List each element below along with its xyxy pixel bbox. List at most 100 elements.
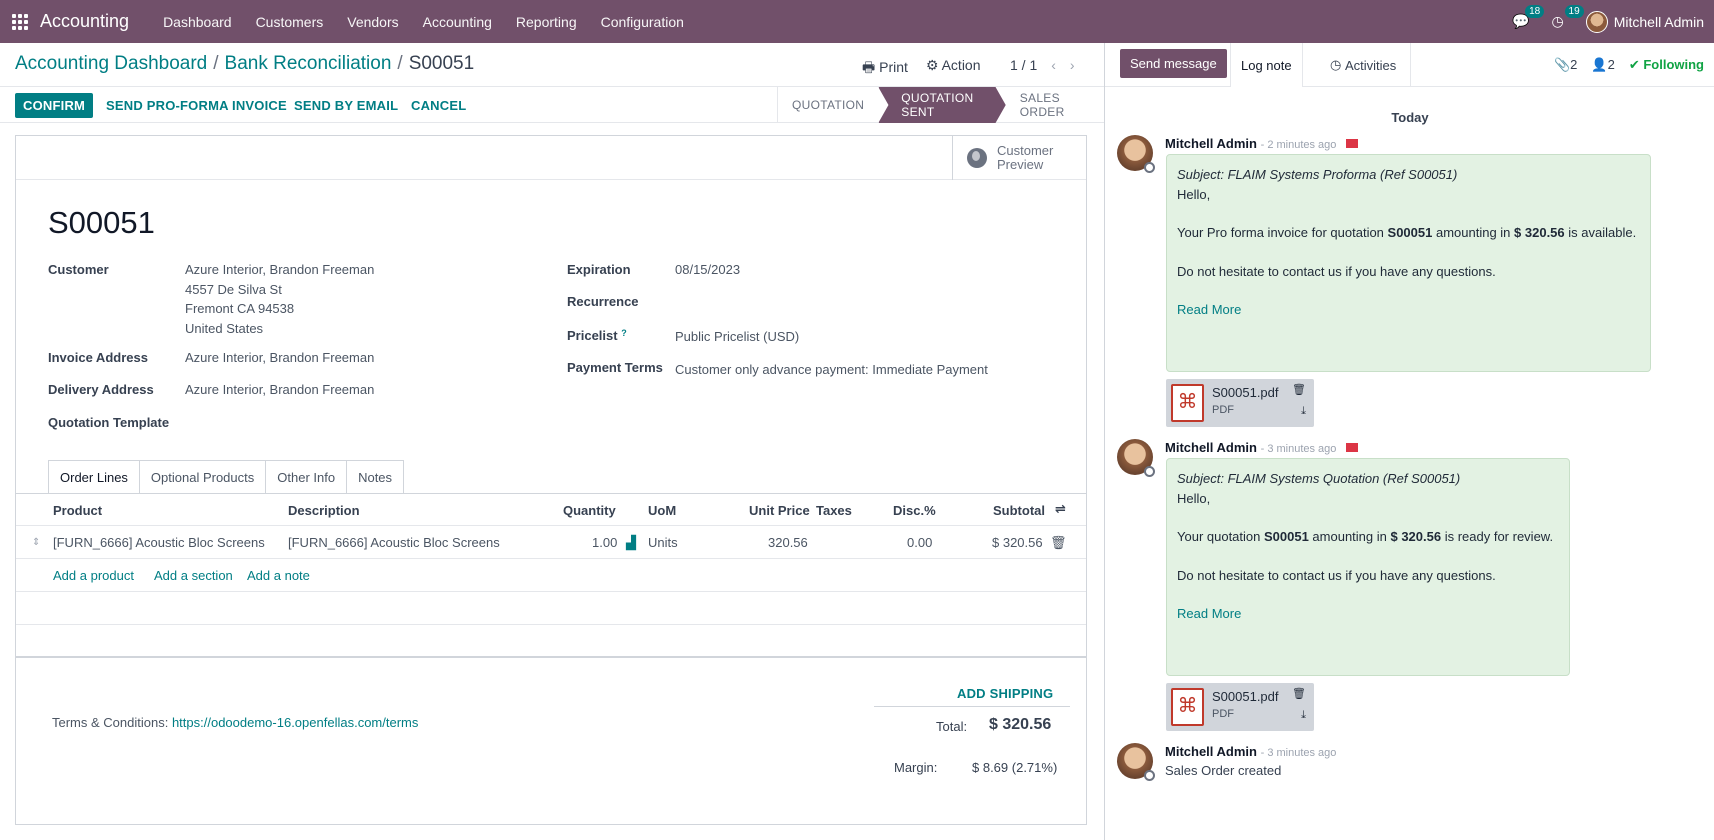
message-author: Mitchell Admin - 3 minutes ago <box>1165 440 1359 455</box>
stage-quotation[interactable]: QUOTATION <box>777 87 878 123</box>
drag-handle-icon[interactable]: ⇕ <box>32 537 40 548</box>
line-unit-price[interactable]: 320.56 <box>768 535 808 550</box>
envelope-icon <box>1346 443 1359 452</box>
attachment-type: PDF <box>1212 404 1234 416</box>
trash-icon[interactable]: 🗑 <box>1292 687 1306 700</box>
delivery-address-field[interactable]: Azure Interior, Brandon Freeman <box>185 380 374 400</box>
avatar[interactable] <box>1117 439 1155 477</box>
send-proforma-button[interactable]: SEND PRO-FORMA INVOICE <box>106 98 287 113</box>
app-name[interactable]: Accounting <box>40 11 129 32</box>
line-quantity[interactable]: 1.00 <box>592 535 617 550</box>
chevron-left-icon[interactable]: ‹ <box>1051 57 1056 73</box>
user-icon: 👤 <box>1591 57 1608 72</box>
message-body: Subject: FLAIM Systems Proforma (Ref S00… <box>1166 154 1651 372</box>
read-more-link[interactable]: Read More <box>1177 604 1559 624</box>
attachment-name: S00051.pdf <box>1212 385 1279 400</box>
send-email-button[interactable]: SEND BY EMAIL <box>294 98 398 113</box>
menu-reporting[interactable]: Reporting <box>504 14 589 30</box>
payment-terms-field[interactable]: Customer only advance payment: Immediate… <box>675 360 988 380</box>
menu-accounting[interactable]: Accounting <box>411 14 504 30</box>
pricelist-field[interactable]: Public Pricelist (USD) <box>675 327 799 347</box>
download-icon[interactable]: ⤓ <box>1301 405 1306 418</box>
col-description[interactable]: Description <box>288 503 360 518</box>
invoice-address-field[interactable]: Azure Interior, Brandon Freeman <box>185 348 374 368</box>
activities-button[interactable]: ◷ Activities <box>1316 43 1412 87</box>
col-quantity[interactable]: Quantity <box>563 503 616 518</box>
messages-icon[interactable]: 💬 18 <box>1512 5 1545 30</box>
avatar[interactable] <box>1117 135 1155 173</box>
trash-icon[interactable]: 🗑 <box>1050 535 1067 551</box>
envelope-icon <box>1346 139 1359 148</box>
add-note-link[interactable]: Add a note <box>247 568 310 583</box>
breadcrumb-accounting-dashboard[interactable]: Accounting Dashboard <box>15 53 207 74</box>
breadcrumb-bank-reconciliation[interactable]: Bank Reconciliation <box>225 53 392 74</box>
attachment-card[interactable]: ⌘ S00051.pdf PDF 🗑 ⤓ <box>1166 379 1314 427</box>
attachments-button[interactable]: 📎2 <box>1554 57 1577 73</box>
customer-preview-button[interactable]: Customer Preview <box>952 136 1086 180</box>
chevron-right-icon[interactable]: › <box>1070 57 1075 73</box>
chatter: Send message Log note ◷ Activities 📎2 👤2… <box>1104 43 1714 840</box>
pager-value[interactable]: 1 / 1 <box>1010 57 1037 73</box>
margin-value: $ 8.69 (2.71%) <box>972 760 1058 775</box>
forecast-chart-icon[interactable]: ▟ <box>626 535 636 551</box>
col-taxes[interactable]: Taxes <box>816 503 852 518</box>
print-button[interactable]: 🖶 Print <box>862 57 908 81</box>
document-title: S00051 <box>48 205 155 240</box>
apps-menu-icon[interactable] <box>0 0 40 43</box>
col-discount[interactable]: Disc.% <box>893 503 936 518</box>
col-subtotal[interactable]: Subtotal <box>993 503 1045 518</box>
send-message-button[interactable]: Send message <box>1120 49 1227 78</box>
terms-link[interactable]: https://odoodemo-16.openfellas.com/terms <box>172 715 418 730</box>
messages-count: 18 <box>1525 5 1545 18</box>
trash-icon[interactable]: 🗑 <box>1292 383 1306 396</box>
cancel-button[interactable]: CANCEL <box>411 98 466 113</box>
message-body: Subject: FLAIM Systems Quotation (Ref S0… <box>1166 458 1570 676</box>
line-description[interactable]: [FURN_6666] Acoustic Bloc Screens <box>288 535 500 550</box>
confirm-button[interactable]: CONFIRM <box>15 93 94 118</box>
customer-field[interactable]: Azure Interior, Brandon Freeman 4557 De … <box>185 260 374 338</box>
avatar[interactable] <box>1117 743 1155 781</box>
following-button[interactable]: ✔ Following <box>1629 57 1704 73</box>
add-section-link[interactable]: Add a section <box>154 568 233 583</box>
download-icon[interactable]: ⤓ <box>1301 709 1306 722</box>
column-settings-icon[interactable]: ⇌ <box>1055 501 1066 517</box>
menu-customers[interactable]: Customers <box>244 14 336 30</box>
expiration-field[interactable]: 08/15/2023 <box>675 260 740 280</box>
col-unit-price[interactable]: Unit Price <box>749 503 810 518</box>
add-shipping-button[interactable]: ADD SHIPPING <box>957 686 1053 701</box>
invoice-address-label: Invoice Address <box>48 350 148 365</box>
col-product[interactable]: Product <box>53 503 102 518</box>
message-author: Mitchell Admin - 2 minutes ago <box>1165 136 1359 151</box>
line-discount[interactable]: 0.00 <box>907 535 932 550</box>
col-uom[interactable]: UoM <box>648 503 676 518</box>
log-note-button[interactable]: Log note <box>1230 43 1303 87</box>
delivery-address-label: Delivery Address <box>48 382 154 397</box>
line-uom[interactable]: Units <box>648 535 678 550</box>
add-product-link[interactable]: Add a product <box>53 568 134 583</box>
add-line-row: Add a product Add a section Add a note <box>16 559 1086 592</box>
stage-sales-order[interactable]: SALES ORDER <box>1006 87 1104 123</box>
action-button[interactable]: ⚙ Action <box>926 57 981 81</box>
table-row[interactable]: ⇕ [FURN_6666] Acoustic Bloc Screens [FUR… <box>16 526 1086 559</box>
stage-quotation-sent[interactable]: QUOTATION SENT <box>878 87 1006 123</box>
tab-other-info[interactable]: Other Info <box>265 460 348 494</box>
control-panel: Accounting Dashboard / Bank Reconciliation… <box>0 43 1104 87</box>
menu-dashboard[interactable]: Dashboard <box>151 14 244 30</box>
action-bar: CONFIRM SEND PRO-FORMA INVOICE SEND BY E… <box>0 87 1104 123</box>
attachment-card[interactable]: ⌘ S00051.pdf PDF 🗑 ⤓ <box>1166 683 1314 731</box>
read-more-link[interactable]: Read More <box>1177 300 1640 320</box>
tab-order-lines[interactable]: Order Lines <box>48 460 140 494</box>
tab-notes[interactable]: Notes <box>346 460 405 494</box>
line-product[interactable]: [FURN_6666] Acoustic Bloc Screens <box>53 535 265 550</box>
menu-configuration[interactable]: Configuration <box>589 14 696 30</box>
help-icon[interactable]: ? <box>621 328 627 338</box>
order-lines-header: Product Description Quantity UoM Unit Pr… <box>16 494 1086 526</box>
gear-icon: ⚙ <box>925 57 939 73</box>
user-menu[interactable]: Mitchell Admin <box>1585 10 1704 33</box>
margin-label: Margin: <box>894 760 938 775</box>
followers-button[interactable]: 👤2 <box>1591 57 1614 73</box>
tab-optional-products[interactable]: Optional Products <box>138 460 267 494</box>
menu-vendors[interactable]: Vendors <box>335 14 410 30</box>
paperclip-icon: 📎 <box>1553 57 1571 72</box>
activities-clock-icon[interactable]: ◷ 19 <box>1552 5 1584 30</box>
